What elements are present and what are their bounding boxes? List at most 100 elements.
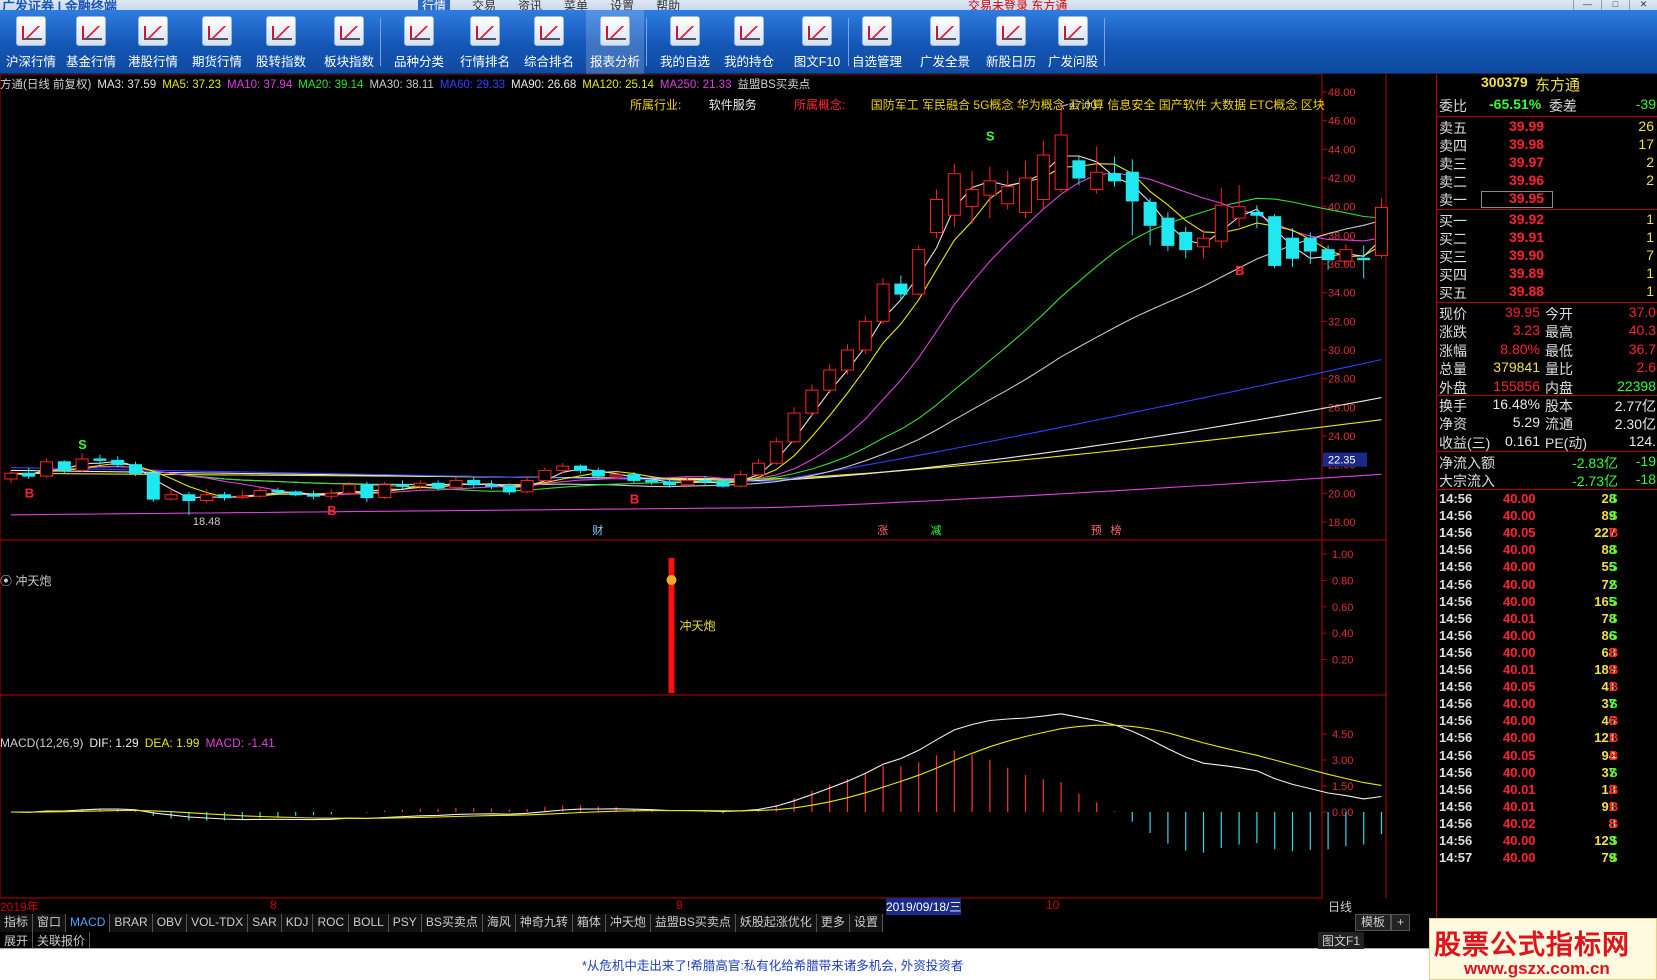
candle-body[interactable]	[1375, 206, 1388, 256]
candle-body[interactable]	[1339, 249, 1353, 262]
indicator-tab[interactable]: 箱体	[572, 914, 606, 932]
candle-body[interactable]	[1019, 177, 1032, 213]
candle-body[interactable]	[947, 173, 961, 216]
candle-body[interactable]	[342, 484, 356, 494]
event-marker[interactable]: 涨	[877, 524, 888, 537]
candle-body[interactable]	[734, 474, 748, 487]
indicator-tab[interactable]: 设置	[849, 914, 883, 932]
toolbar-button-3[interactable]: 期货行情	[188, 10, 246, 74]
indicator-tab[interactable]: 神奇九转	[515, 914, 573, 932]
candle-body[interactable]	[787, 412, 801, 443]
candle-body[interactable]	[360, 484, 374, 499]
indicator-tab[interactable]: MACD	[66, 914, 111, 932]
candle-body[interactable]	[716, 481, 730, 487]
candle-body[interactable]	[413, 482, 427, 487]
toolbar-button-15[interactable]: 新股日历	[982, 10, 1040, 74]
candle-body[interactable]	[1036, 154, 1050, 200]
candle-body[interactable]	[218, 494, 231, 499]
candle-body[interactable]	[930, 199, 943, 233]
candle-body[interactable]	[467, 479, 481, 486]
candle-body[interactable]	[57, 461, 71, 471]
toolbar-button-11[interactable]: 我的持仓	[720, 10, 778, 74]
indicator-tab[interactable]: 窗口	[33, 914, 67, 932]
candle-body[interactable]	[111, 459, 125, 466]
candle-body[interactable]	[1054, 134, 1068, 190]
indicator-tab[interactable]: PSY	[388, 914, 422, 932]
candle-body[interactable]	[146, 472, 160, 500]
indicator-tab[interactable]: BOLL	[349, 914, 389, 932]
candle-body[interactable]	[1214, 204, 1228, 242]
indicator-tab[interactable]: ROC	[313, 914, 350, 932]
candle-body[interactable]	[1286, 237, 1299, 259]
event-marker[interactable]: 榜	[1111, 523, 1122, 537]
event-marker[interactable]: 财	[592, 523, 603, 537]
candle-body[interactable]	[1161, 217, 1175, 246]
candle-body[interactable]	[1179, 231, 1193, 251]
candle-body[interactable]	[627, 474, 641, 481]
indicator-tab[interactable]: 更多	[816, 914, 850, 932]
maximize-icon[interactable]: □	[1601, 0, 1629, 10]
candle-body[interactable]	[235, 495, 249, 499]
chart-canvas[interactable]: 48.0046.0044.0042.0040.0038.0036.0034.00…	[0, 74, 1436, 914]
candle-body[interactable]	[680, 479, 694, 486]
candle-body[interactable]	[93, 458, 107, 461]
candle-body[interactable]	[698, 479, 712, 483]
buy-signal[interactable]: B	[630, 492, 639, 507]
indicator-tab[interactable]: BRAR	[110, 914, 153, 932]
candle-body[interactable]	[894, 283, 908, 295]
close-icon[interactable]: ✕	[1629, 0, 1657, 10]
sell-signal[interactable]: S	[986, 128, 995, 143]
candle-body[interactable]	[769, 441, 783, 464]
candle-body[interactable]	[4, 472, 18, 480]
toolbar-button-10[interactable]: 我的自选	[656, 10, 714, 74]
candle-body[interactable]	[841, 349, 854, 371]
candle-body[interactable]	[663, 481, 676, 486]
add-tab-button[interactable]: +	[1391, 914, 1411, 931]
buy-signal[interactable]: B	[1235, 263, 1244, 278]
toolbar-button-14[interactable]: 广发全景	[916, 10, 974, 74]
toolbar-button-0[interactable]: 沪深行情	[2, 10, 60, 74]
bottom-tab[interactable]: 关联报价	[33, 932, 91, 948]
indicator-tab[interactable]: 益盟BS买卖点	[650, 914, 736, 932]
candle-body[interactable]	[378, 484, 392, 499]
toolbar-button-9[interactable]: 报表分析	[586, 10, 647, 74]
candle-body[interactable]	[1357, 257, 1371, 261]
buy-signal[interactable]: B	[25, 485, 34, 500]
candle-body[interactable]	[289, 491, 303, 496]
candle-body[interactable]	[164, 494, 178, 500]
toolbar-button-8[interactable]: 综合排名	[520, 10, 578, 74]
candle-body[interactable]	[538, 469, 552, 481]
candle-body[interactable]	[983, 180, 997, 196]
candle-body[interactable]	[876, 283, 890, 322]
candle-body[interactable]	[253, 489, 267, 497]
candle-body[interactable]	[1232, 206, 1246, 219]
toolbar-button-13[interactable]: 自选管理	[848, 10, 906, 74]
candle-body[interactable]	[1250, 211, 1264, 216]
candle-body[interactable]	[520, 479, 534, 493]
event-marker[interactable]: 减	[931, 524, 942, 537]
candle-body[interactable]	[823, 369, 837, 391]
sell-signal[interactable]: S	[78, 437, 87, 452]
news-message[interactable]: *从危机中走出来了!希腊高官:私有化给希腊带来诸多机会, 外资投资者	[582, 955, 963, 974]
indicator-tab[interactable]: 指标	[0, 914, 34, 932]
toolbar-button-7[interactable]: 行情排名	[456, 10, 514, 74]
candle-body[interactable]	[307, 494, 320, 497]
indicator-tab[interactable]: VOL-TDX	[187, 914, 249, 932]
candle-body[interactable]	[591, 469, 605, 477]
indicator-tab[interactable]: OBV	[152, 914, 188, 932]
candle-body[interactable]	[805, 389, 819, 414]
minimize-icon[interactable]: —	[1573, 0, 1601, 10]
candle-body[interactable]	[129, 464, 142, 474]
candle-body[interactable]	[396, 484, 409, 487]
candle-body[interactable]	[1268, 216, 1282, 266]
candle-body[interactable]	[75, 458, 89, 471]
indicator-tab[interactable]: KDJ	[281, 914, 314, 932]
candle-body[interactable]	[324, 492, 338, 497]
candle-body[interactable]	[1125, 171, 1139, 202]
candle-body[interactable]	[431, 482, 445, 489]
candle-body[interactable]	[271, 489, 285, 493]
candle-body[interactable]	[1001, 186, 1015, 205]
period-label[interactable]: 日线	[1328, 898, 1352, 915]
candle-body[interactable]	[574, 465, 587, 471]
candle-body[interactable]	[1321, 249, 1335, 261]
